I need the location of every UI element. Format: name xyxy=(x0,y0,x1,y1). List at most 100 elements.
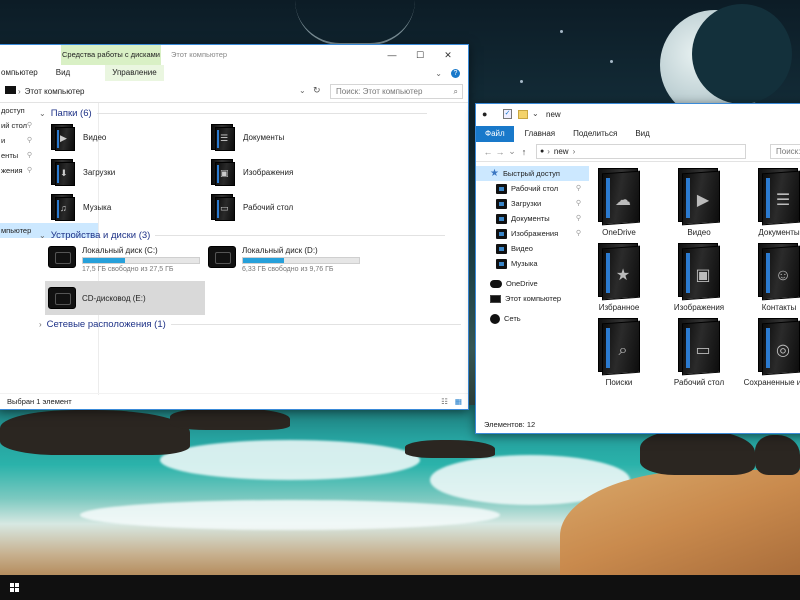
folder-tile[interactable]: ▣ Изображения xyxy=(659,241,739,313)
quick-access-toolbar-dropdown-icon[interactable]: ⌄ xyxy=(532,109,539,118)
folder-label: Изображения xyxy=(243,167,294,177)
collapse-chevron-icon[interactable]: ⌄ xyxy=(39,231,46,240)
window-title: Этот компьютер xyxy=(171,50,228,59)
wallpaper-rock xyxy=(405,440,495,458)
large-icons-view-icon[interactable]: ▦ xyxy=(455,394,462,409)
dark-folder-icon: ⌕ xyxy=(594,316,644,376)
tab-home[interactable]: Главная xyxy=(518,126,562,142)
nav-item[interactable]: Видео xyxy=(476,241,589,256)
close-button[interactable]: ✕ xyxy=(434,45,462,65)
folder-tile[interactable]: ★ Избранное xyxy=(579,241,659,313)
nav-item[interactable]: Сеть xyxy=(476,311,589,326)
folder-tile[interactable]: ▶ Видео xyxy=(659,166,739,238)
title-bar[interactable]: Средства работы с дисками Этот компьютер… xyxy=(0,45,468,65)
folder-tile[interactable]: ▭ Рабочий стол xyxy=(659,316,739,388)
start-button[interactable] xyxy=(0,575,28,600)
tile-label: Документы xyxy=(758,228,800,237)
new-folder-icon[interactable] xyxy=(518,110,528,119)
folder-item[interactable]: ♫ Музыка xyxy=(49,193,111,221)
nav-item[interactable]: Документы ⚲ xyxy=(476,211,589,226)
drive-item[interactable]: Локальный диск (C:) 17,5 ГБ свободно из 2… xyxy=(45,243,203,276)
nav-item[interactable]: Загрузки ⚲ xyxy=(476,196,589,211)
tab-view[interactable]: Вид xyxy=(628,126,656,142)
expand-chevron-icon[interactable]: › xyxy=(39,320,42,329)
help-icon[interactable]: ? xyxy=(451,68,460,78)
dark-folder-icon: ☺ xyxy=(754,241,800,301)
wallpaper-foam xyxy=(160,440,420,480)
dark-folder-icon: ☰ xyxy=(754,166,800,226)
nav-item-label: Музыка xyxy=(511,259,538,268)
search-input[interactable]: Поиск: Этот компьютер ⌕ xyxy=(330,84,463,99)
section-title: Папки (6) xyxy=(50,108,92,119)
forward-button[interactable]: → xyxy=(494,147,506,157)
drive-name: Локальный диск (D:) xyxy=(242,246,318,255)
folder-tile[interactable]: ☁ OneDrive xyxy=(579,166,659,238)
status-bar: Элементов: 12 xyxy=(476,417,800,433)
nav-item[interactable]: ★ Быстрый доступ xyxy=(476,166,589,181)
section-devices[interactable]: ⌄ Устройства и диски (3) xyxy=(39,230,446,241)
tab-computer[interactable]: омпьютер xyxy=(0,65,45,81)
breadcrumb-new[interactable]: new xyxy=(554,147,569,156)
dark-folder-icon: ▶ xyxy=(674,166,724,226)
folder-tile[interactable]: ☺ Контакты xyxy=(739,241,800,313)
ribbon-collapse-icon[interactable]: ⌄ xyxy=(435,69,442,78)
folder-item[interactable]: ▣ Изображения xyxy=(209,158,293,186)
maximize-button[interactable]: ☐ xyxy=(406,45,434,65)
recent-locations-icon[interactable]: ⌄ xyxy=(506,146,518,157)
nav-item-label: OneDrive xyxy=(506,279,538,288)
nav-item-label: и xyxy=(1,136,6,145)
section-network[interactable]: › Сетевые расположения (1) xyxy=(39,319,461,330)
title-bar[interactable]: ● ✓ ⌄ new xyxy=(476,104,800,126)
properties-icon[interactable]: ✓ xyxy=(503,109,512,119)
context-tab-header[interactable]: Средства работы с дисками xyxy=(61,45,161,65)
tab-file[interactable]: Файл xyxy=(476,126,514,142)
hard-drive-icon xyxy=(208,246,236,268)
up-button[interactable]: ↑ xyxy=(518,147,530,157)
nav-item[interactable]: Музыка xyxy=(476,256,589,271)
explorer-window-new: ● ✓ ⌄ new Файл Главная Поделиться Вид ← … xyxy=(475,103,800,434)
address-dropdown-icon[interactable]: ⌄ xyxy=(299,86,306,95)
tab-view[interactable]: Вид xyxy=(49,65,77,81)
wallpaper-star xyxy=(560,30,563,33)
folder-label: Музыка xyxy=(83,202,112,212)
folder-item[interactable]: ▭ Рабочий стол xyxy=(209,193,293,221)
section-folders[interactable]: ⌄ Папки (6) xyxy=(39,108,427,119)
folder-tile[interactable]: ⌕ Поиски xyxy=(579,316,659,388)
address-bar[interactable]: › Этот компьютер xyxy=(15,84,293,99)
nav-item[interactable]: Рабочий стол ⚲ xyxy=(476,181,589,196)
nav-item[interactable]: OneDrive xyxy=(476,276,589,291)
section-title: Сетевые расположения (1) xyxy=(46,319,166,330)
tab-share[interactable]: Поделиться xyxy=(566,126,624,142)
nav-item-label: мпьютер xyxy=(1,226,32,235)
tab-manage[interactable]: Управление xyxy=(105,65,164,81)
back-button[interactable]: ← xyxy=(482,147,494,157)
address-bar[interactable]: ● › new › xyxy=(536,144,746,159)
search-icon: ⌕ xyxy=(453,86,458,96)
drive-item[interactable]: CD-дисковод (E:) xyxy=(45,281,205,315)
minimize-button[interactable]: — xyxy=(378,45,406,65)
folder-item[interactable]: ⬇ Загрузки xyxy=(49,158,115,186)
folder-tile[interactable]: ☰ Документы xyxy=(739,166,800,238)
nav-item[interactable]: Этот компьютер xyxy=(476,291,589,306)
breadcrumb-this-pc[interactable]: Этот компьютер xyxy=(25,87,85,96)
section-title: Устройства и диски (3) xyxy=(50,230,151,241)
folder-item[interactable]: ☰ Документы xyxy=(209,123,284,151)
user-icon[interactable]: ● xyxy=(482,109,487,119)
collapse-chevron-icon[interactable]: ⌄ xyxy=(39,109,46,118)
search-input[interactable]: Поиск: new xyxy=(770,144,800,159)
folder-tile[interactable]: ◎ Сохраненные игры xyxy=(739,316,800,388)
folder-item[interactable]: ▶ Видео xyxy=(49,123,106,151)
breadcrumb-chevron-icon: › xyxy=(18,87,21,96)
drive-usage-bar xyxy=(82,257,200,264)
details-view-icon[interactable]: ☷ xyxy=(441,394,448,409)
folder-label: Документы xyxy=(243,132,285,142)
nav-item[interactable]: Изображения ⚲ xyxy=(476,226,589,241)
section-divider xyxy=(155,235,446,236)
folder-icon xyxy=(496,228,507,239)
refresh-icon[interactable]: ↻ xyxy=(313,85,321,96)
nav-item-label: жения xyxy=(1,166,23,175)
search-placeholder: Поиск: Этот компьютер xyxy=(336,87,423,96)
drive-item[interactable]: Локальный диск (D:) 6,33 ГБ свободно из 9… xyxy=(205,243,363,276)
breadcrumb-chevron-icon: › xyxy=(572,147,576,156)
folder-label: Видео xyxy=(83,132,107,142)
